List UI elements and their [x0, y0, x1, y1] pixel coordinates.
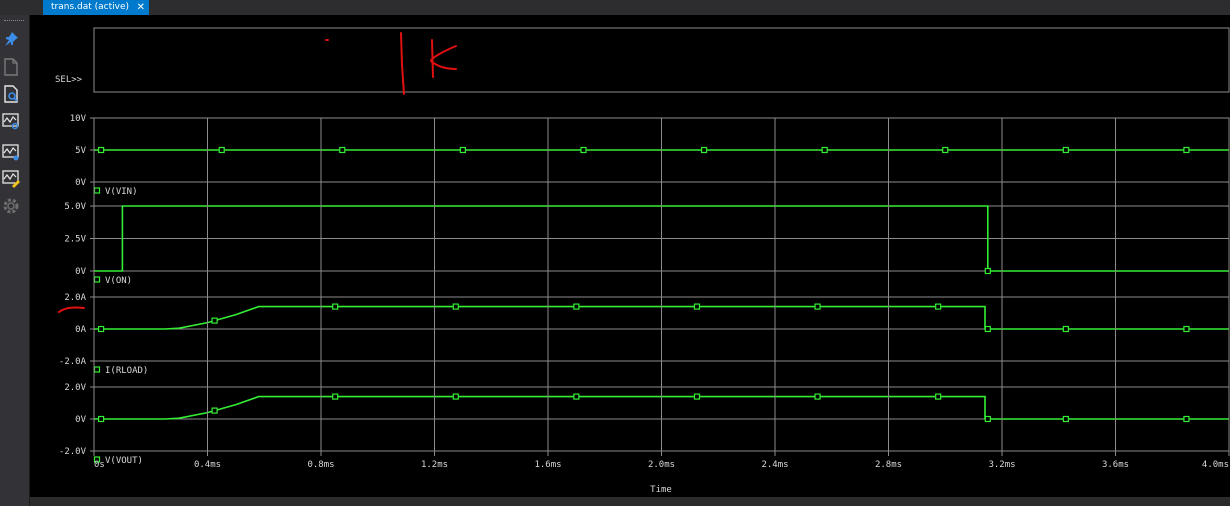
- trace-marker: [97, 146, 105, 154]
- legend-marker: [93, 187, 101, 194]
- x-tick-label: 0.4ms: [194, 460, 221, 470]
- tab-label: trans.dat (active): [51, 2, 129, 12]
- trace-marker: [1062, 146, 1069, 154]
- trace-marker: [332, 393, 339, 400]
- y-tick-label: 0V: [75, 178, 86, 188]
- trace-marker: [984, 267, 991, 275]
- x-tick-label: 4.0ms: [1202, 460, 1229, 470]
- pin-icon[interactable]: [1, 29, 21, 49]
- legend-marker: [93, 366, 101, 373]
- trace-marker: [332, 303, 339, 310]
- trace-marker: [935, 393, 942, 400]
- tab-trans-dat[interactable]: trans.dat (active) ✕: [43, 0, 149, 15]
- trace-marker: [452, 393, 459, 400]
- trace-marker: [211, 317, 218, 324]
- trace-marker: [935, 303, 942, 310]
- panels: 10V 5V 0V V(VIN) 5.0V 2.5V 0V V(ON) 2.0A 0A -2.0A I…: [59, 114, 1230, 466]
- y-tick-label: 5.0V: [64, 202, 86, 212]
- hand-annotation: [58, 32, 457, 313]
- left-toolbar: [0, 15, 30, 506]
- x-tick-label: 2.4ms: [761, 460, 788, 470]
- y-tick-label: -2.0V: [59, 447, 87, 457]
- x-tick-label: 0s: [94, 460, 105, 470]
- trace-marker: [693, 393, 701, 400]
- trace-marker: [942, 146, 949, 154]
- trace-marker: [814, 393, 821, 400]
- x-tick-label: 2.0ms: [648, 460, 675, 470]
- trace-marker: [97, 415, 105, 423]
- trace-marker: [459, 146, 466, 154]
- trace-marker: [1183, 325, 1190, 333]
- y-tick-label: 2.0V: [64, 383, 86, 393]
- panel-2: 2.0A 0A -2.0A I(RLOAD): [59, 293, 1230, 376]
- sel-label: SEL>>: [55, 75, 83, 85]
- trace-marker: [693, 303, 701, 310]
- y-tick-label: -2.0A: [59, 357, 87, 367]
- y-tick-label: 2.0A: [64, 293, 86, 303]
- zoom-waveform-icon[interactable]: [1, 111, 21, 131]
- waveform-edit-icon[interactable]: [1, 168, 21, 188]
- trace-marker: [97, 325, 105, 333]
- x-axis: 0s 0.4ms 0.8ms 1.2ms 1.6ms 2.0ms 2.4ms 2.8ms 3.2…: [93, 118, 1230, 470]
- x-tick-label: 1.2ms: [421, 460, 448, 470]
- sel-panel: [93, 27, 1230, 93]
- trace-marker: [573, 393, 580, 400]
- waveform-chart[interactable]: SEL>> 10V 5V 0V V(VIN) 5.0V 2.5V 0V V(ON) 2.0A 0A…: [30, 15, 1230, 497]
- x-tick-label: 2.8ms: [875, 460, 902, 470]
- panel-0: 10V 5V 0V V(VIN): [70, 114, 1230, 197]
- document-icon[interactable]: [1, 57, 21, 77]
- trace-marker: [218, 146, 225, 154]
- trace-marker: [1183, 415, 1190, 423]
- trace-marker: [211, 407, 218, 414]
- x-axis-label: Time: [650, 485, 672, 495]
- probe-plot-area[interactable]: SEL>> 10V 5V 0V V(VIN) 5.0V 2.5V 0V V(ON) 2.0A 0A…: [30, 15, 1230, 497]
- trace-marker: [814, 303, 821, 310]
- x-tick-label: 3.6ms: [1102, 460, 1129, 470]
- tab-bar: trans.dat (active) ✕: [0, 0, 1230, 15]
- trace-marker: [1183, 146, 1190, 154]
- y-tick-label: 0V: [75, 415, 86, 425]
- waveform-settings-icon[interactable]: [1, 142, 21, 162]
- trace-marker: [984, 325, 991, 333]
- legend-label: V(ON): [105, 276, 132, 286]
- y-tick-label: 10V: [70, 114, 87, 124]
- trace-marker: [1062, 415, 1069, 423]
- trace-marker: [984, 415, 991, 423]
- status-strip: [30, 497, 1230, 506]
- gear-icon[interactable]: [1, 196, 21, 216]
- panel-3: 2.0V 0V -2.0V V(VOUT): [59, 383, 1230, 466]
- trace-marker: [339, 146, 346, 154]
- close-icon[interactable]: ✕: [137, 0, 145, 15]
- y-tick-label: 5V: [75, 146, 86, 156]
- trace-marker: [573, 303, 580, 310]
- x-tick-label: 1.6ms: [534, 460, 561, 470]
- trace-marker: [1062, 325, 1069, 333]
- legend-label: V(VIN): [105, 187, 138, 197]
- y-tick-label: 0A: [75, 325, 86, 335]
- x-tick-label: 3.2ms: [988, 460, 1015, 470]
- toolbar-grip: [4, 20, 24, 22]
- x-tick-label: 0.8ms: [307, 460, 334, 470]
- legend-label: I(RLOAD): [105, 366, 148, 376]
- zoom-document-icon[interactable]: [1, 84, 21, 104]
- trace-marker: [580, 146, 587, 154]
- trace-marker: [700, 146, 708, 154]
- trace-marker: [821, 146, 828, 154]
- y-tick-label: 2.5V: [64, 235, 86, 245]
- legend-label: V(VOUT): [105, 456, 143, 466]
- legend-marker: [93, 276, 101, 283]
- y-tick-label: 0V: [75, 267, 86, 277]
- panel-1: 5.0V 2.5V 0V V(ON): [64, 202, 1230, 286]
- trace-marker: [452, 303, 459, 310]
